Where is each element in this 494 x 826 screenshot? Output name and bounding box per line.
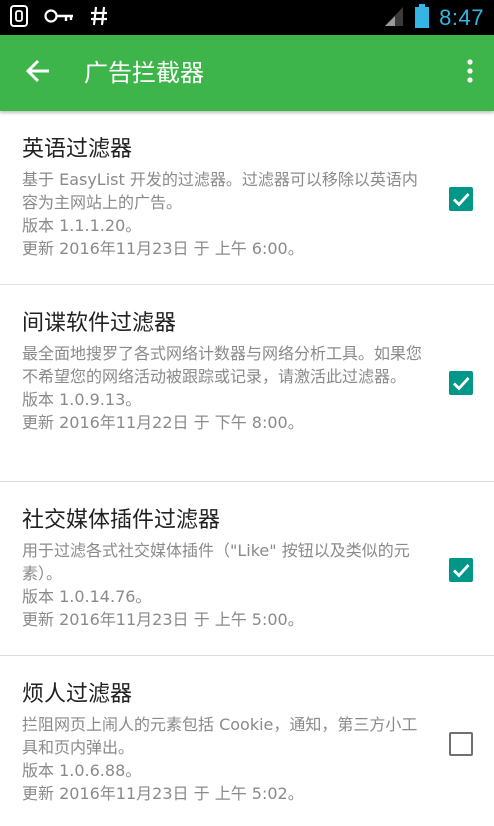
list-item[interactable]: 社交媒体插件过滤器 用于过滤各式社交媒体插件（"Like" 按钮以及类似的元素）… <box>0 482 494 656</box>
key-icon <box>44 8 74 28</box>
filter-description: 用于过滤各式社交媒体插件（"Like" 按钮以及类似的元素）。 <box>22 541 410 583</box>
filter-version: 版本 1.0.14.76。 <box>22 587 152 606</box>
list-item-text: 烦人过滤器 拦阻网页上闹人的元素包括 Cookie，通知，第三方小工具和页内弹出… <box>22 680 422 805</box>
filter-checkbox[interactable] <box>449 732 473 756</box>
status-right-icons: 8:47 <box>383 0 484 35</box>
check-icon <box>453 564 470 578</box>
filter-version: 版本 1.0.9.13。 <box>22 390 142 409</box>
filter-version: 版本 1.0.6.88。 <box>22 761 142 780</box>
battery-icon <box>415 3 430 32</box>
filter-description: 最全面地搜罗了各式网络计数器与网络分析工具。如果您不希望您的网络活动被跟踪或记录… <box>22 344 423 386</box>
filter-updated: 更新 2016年11月22日 于 下午 8:00。 <box>22 413 304 432</box>
filter-checkbox[interactable] <box>449 371 473 395</box>
overflow-menu-button[interactable] <box>458 53 482 93</box>
more-vert-icon <box>467 59 473 87</box>
filter-description: 拦阻网页上闹人的元素包括 Cookie，通知，第三方小工具和页内弹出。 <box>22 715 418 757</box>
list-item[interactable]: 间谍软件过滤器 最全面地搜罗了各式网络计数器与网络分析工具。如果您不希望您的网络… <box>0 285 494 482</box>
app-bar: 广告拦截器 <box>0 35 494 111</box>
filter-updated: 更新 2016年11月23日 于 上午 5:00。 <box>22 610 304 629</box>
clock: 8:47 <box>439 4 484 30</box>
page-title: 广告拦截器 <box>84 59 204 87</box>
filter-title: 社交媒体插件过滤器 <box>22 508 221 533</box>
filter-description: 基于 EasyList 开发的过滤器。过滤器可以移除以英语内容为主网站上的广告。 <box>22 170 418 212</box>
filter-list: 英语过滤器 基于 EasyList 开发的过滤器。过滤器可以移除以英语内容为主网… <box>0 111 494 826</box>
filter-checkbox[interactable] <box>449 187 473 211</box>
list-item-text: 英语过滤器 基于 EasyList 开发的过滤器。过滤器可以移除以英语内容为主网… <box>22 135 422 260</box>
status-left-icons <box>10 4 108 31</box>
filter-title: 间谍软件过滤器 <box>22 311 177 336</box>
check-icon <box>453 193 470 207</box>
filter-version: 版本 1.1.1.20。 <box>22 216 142 235</box>
filter-title: 英语过滤器 <box>22 137 133 162</box>
list-item[interactable]: 英语过滤器 基于 EasyList 开发的过滤器。过滤器可以移除以英语内容为主网… <box>0 111 494 285</box>
hash-icon <box>90 5 108 31</box>
back-button[interactable] <box>18 53 58 93</box>
list-item-text: 间谍软件过滤器 最全面地搜罗了各式网络计数器与网络分析工具。如果您不希望您的网络… <box>22 309 422 434</box>
filter-title: 烦人过滤器 <box>22 682 133 707</box>
arrow-left-icon <box>25 58 51 88</box>
notification-icon <box>10 4 28 31</box>
filter-updated: 更新 2016年11月23日 于 上午 5:02。 <box>22 784 304 803</box>
list-item-text: 社交媒体插件过滤器 用于过滤各式社交媒体插件（"Like" 按钮以及类似的元素）… <box>22 506 422 631</box>
check-icon <box>453 377 470 391</box>
list-item[interactable]: 烦人过滤器 拦阻网页上闹人的元素包括 Cookie，通知，第三方小工具和页内弹出… <box>0 656 494 826</box>
filter-updated: 更新 2016年11月23日 于 上午 6:00。 <box>22 239 304 258</box>
filter-checkbox[interactable] <box>449 558 473 582</box>
signal-icon <box>383 5 405 31</box>
status-bar: 8:47 <box>0 0 494 35</box>
